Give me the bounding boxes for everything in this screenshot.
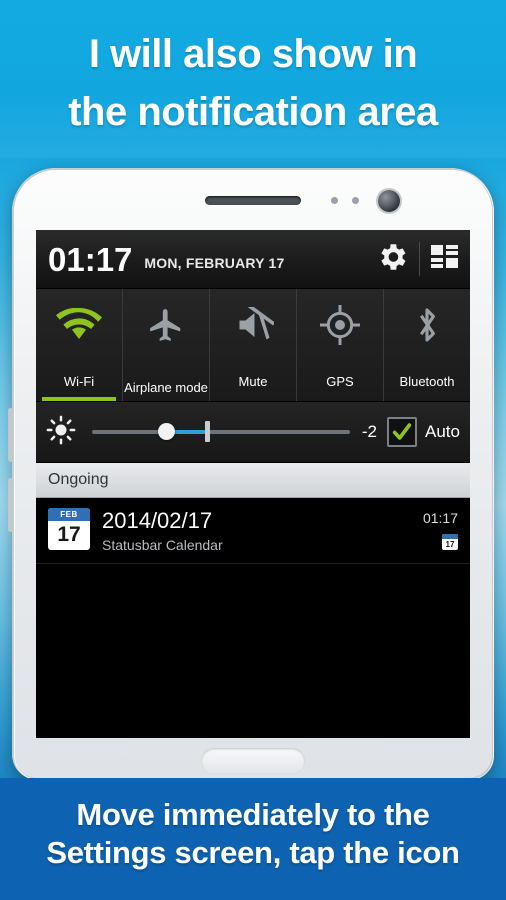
header-divider	[419, 242, 420, 276]
toggle-gps[interactable]: GPS	[297, 289, 384, 401]
ongoing-section-header: Ongoing	[36, 463, 470, 498]
toggle-bluetooth[interactable]: Bluetooth	[384, 289, 470, 401]
panel-header-actions	[375, 240, 470, 279]
toggle-mute[interactable]: Mute	[210, 289, 297, 401]
top-banner-line-1: I will also show in	[88, 32, 418, 76]
ongoing-section-label: Ongoing	[48, 471, 109, 488]
brightness-slider[interactable]	[92, 421, 350, 443]
notification-mini-calendar-icon: 17	[442, 534, 458, 550]
calendar-icon: FEB 17	[48, 508, 90, 550]
volume-down-button[interactable]	[8, 478, 13, 532]
notification-subtitle: Statusbar Calendar	[102, 537, 223, 553]
toggle-wifi[interactable]: Wi-Fi	[36, 289, 123, 401]
calendar-icon-day: 17	[57, 523, 81, 546]
toggle-mute-indicator	[216, 397, 290, 401]
brightness-row: -2 Auto	[36, 402, 470, 463]
volume-up-button[interactable]	[8, 408, 13, 462]
notification-panel-header: 01:17 MON, FEBRUARY 17	[36, 230, 470, 289]
toggle-gps-label: GPS	[326, 374, 354, 389]
calendar-icon-month: FEB	[48, 508, 90, 521]
toggle-bluetooth-label: Bluetooth	[399, 374, 455, 389]
toggle-gps-indicator	[303, 397, 377, 401]
toggle-wifi-active-indicator	[42, 397, 116, 401]
toggle-airplane-mode-indicator	[129, 397, 203, 401]
airplane-icon	[146, 301, 186, 349]
checkmark-icon	[392, 423, 412, 440]
date-text: MON, FEBRUARY 17	[144, 254, 285, 271]
phone-display: 01:17 MON, FEBRUARY 17 Wi-Fi Airplane mo…	[36, 230, 470, 738]
quick-settings-grid-icon[interactable]	[430, 243, 460, 276]
toggle-mute-label: Mute	[238, 374, 268, 389]
gps-target-icon	[320, 301, 360, 349]
notification-time: 01:17	[422, 510, 458, 526]
light-sensor-icon	[352, 197, 359, 204]
brightness-slider-track	[92, 430, 350, 434]
brightness-slider-knob[interactable]	[158, 423, 175, 440]
brightness-slider-fill	[170, 430, 208, 434]
toggle-airplane-mode-label: Airplane mode	[124, 380, 208, 395]
notification-item-statusbar-calendar[interactable]: FEB 17 2014/02/17 Statusbar Calendar 01:…	[36, 498, 470, 564]
bottom-banner-line-1: Move immediately to the	[76, 797, 430, 832]
earpiece-speaker	[205, 196, 301, 205]
toggle-bluetooth-indicator	[390, 397, 464, 401]
brightness-sun-icon	[46, 415, 76, 450]
notification-list: FEB 17 2014/02/17 Statusbar Calendar 01:…	[36, 498, 470, 738]
top-banner: I will also show in the notification are…	[0, 0, 506, 158]
front-camera-icon	[378, 190, 400, 212]
quick-toggle-row: Wi-Fi Airplane mode Mute GPS Bluetooth	[36, 289, 470, 402]
home-button[interactable]	[201, 748, 305, 774]
top-banner-line-2: the notification area	[68, 90, 438, 134]
proximity-sensor-icon	[331, 197, 338, 204]
phone-device: 01:17 MON, FEBRUARY 17 Wi-Fi Airplane mo…	[8, 168, 494, 780]
auto-brightness-checkbox[interactable]	[387, 417, 418, 447]
clock-text: 01:17	[48, 240, 133, 278]
notification-text-block: 2014/02/17 Statusbar Calendar	[90, 508, 460, 553]
toggle-airplane-mode[interactable]: Airplane mode	[123, 289, 210, 401]
bottom-banner-line-2: Settings screen, tap the icon	[46, 835, 460, 870]
notification-title: 2014/02/17	[102, 508, 213, 533]
auto-brightness-label: Auto	[425, 422, 460, 441]
bottom-banner: Move immediately to the Settings screen,…	[0, 778, 506, 900]
mute-speaker-icon	[232, 301, 274, 349]
brightness-slider-marker	[205, 421, 210, 442]
bluetooth-icon	[410, 301, 444, 349]
toggle-wifi-label: Wi-Fi	[63, 374, 95, 389]
gear-icon[interactable]	[375, 240, 409, 279]
brightness-value: -2	[361, 422, 378, 441]
mini-calendar-day: 17	[445, 540, 455, 549]
screenshot-root: I will also show in the notification are…	[0, 0, 506, 900]
wifi-icon	[56, 301, 102, 349]
